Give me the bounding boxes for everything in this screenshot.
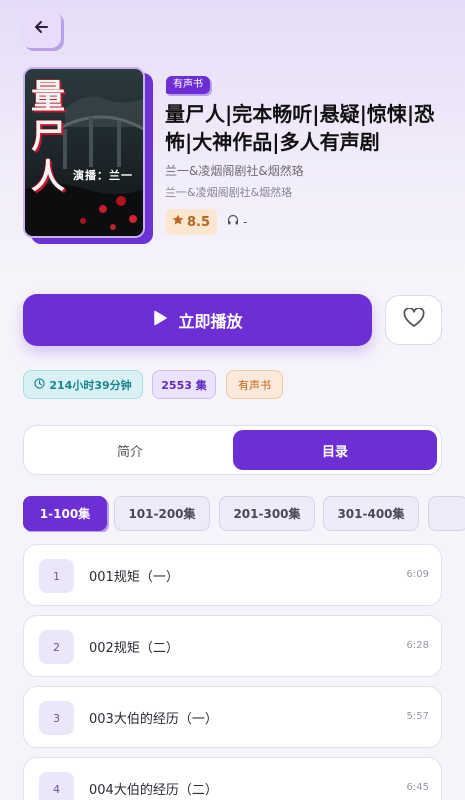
narrator-line: 兰一&凌烟阁剧社&烟然珞 xyxy=(165,186,293,199)
episode-title: 001规矩（一） xyxy=(89,570,179,585)
heart-icon xyxy=(403,307,425,332)
tab-intro[interactable]: 简介 xyxy=(28,430,232,470)
type-chip: 有声书 xyxy=(226,370,283,399)
episode-title: 002规矩（二） xyxy=(89,641,179,656)
episode-number: 1 xyxy=(39,559,74,593)
listen-count-value: - xyxy=(243,214,248,229)
book-cover: 量尸人 演播：兰一 xyxy=(23,67,153,244)
episode-row[interactable]: 2 002规矩（二） 6:28 xyxy=(23,615,442,677)
type-value: 有声书 xyxy=(238,378,271,392)
arrow-left-icon xyxy=(33,19,49,39)
book-title: 量尸人|完本畅听|悬疑|惊悚|恐怖|大神作品|多人有声剧 xyxy=(165,102,435,154)
episode-number: 3 xyxy=(39,701,74,735)
author-line: 兰一&凌烟阁剧社&烟然珞 xyxy=(165,164,304,178)
episode-row[interactable]: 4 004大伯的经历（二） 6:45 xyxy=(23,757,442,800)
detail-tabs: 简介 目录 xyxy=(23,425,442,475)
range-chip[interactable]: 101-200集 xyxy=(114,496,210,531)
rating-badge: 8.5 xyxy=(165,209,217,235)
episode-duration: 6:09 xyxy=(406,569,429,580)
episode-duration: 6:45 xyxy=(406,782,429,793)
star-icon xyxy=(172,214,184,230)
audiobook-badge: 有声书 xyxy=(166,76,210,94)
favorite-button[interactable] xyxy=(385,295,442,345)
episode-number: 4 xyxy=(39,772,74,800)
listen-count: - xyxy=(227,214,247,229)
clock-icon xyxy=(34,377,46,392)
headphones-icon xyxy=(227,214,239,229)
episode-range-selector: 1-100集 101-200集 201-300集 301-400集 xyxy=(23,496,465,532)
episode-duration: 5:57 xyxy=(406,711,429,722)
tab-table-of-contents[interactable]: 目录 xyxy=(233,430,437,470)
back-button[interactable] xyxy=(21,10,61,48)
episode-row[interactable]: 3 003大伯的经历（一） 5:57 xyxy=(23,686,442,748)
range-chip[interactable]: 301-400集 xyxy=(323,496,419,531)
cover-subtitle: 演播：兰一 xyxy=(73,169,133,182)
cover-title: 量尸人 xyxy=(31,77,65,197)
episode-title: 004大伯的经历（二） xyxy=(89,783,218,798)
episode-duration: 6:28 xyxy=(406,640,429,651)
play-icon xyxy=(152,310,168,330)
rating-value: 8.5 xyxy=(186,214,211,230)
episode-title: 003大伯的经历（一） xyxy=(89,712,218,727)
play-now-button[interactable]: 立即播放 xyxy=(23,294,372,346)
range-chip[interactable]: 1-100集 xyxy=(23,496,107,531)
duration-chip: 214小时39分钟 xyxy=(23,370,143,399)
range-chip-partial[interactable] xyxy=(428,496,465,531)
episode-count-value: 2553 集 xyxy=(161,378,207,392)
range-chip[interactable]: 201-300集 xyxy=(219,496,315,531)
episode-number: 2 xyxy=(39,630,74,664)
duration-value: 214小时39分钟 xyxy=(49,378,132,392)
episode-row[interactable]: 1 001规矩（一） 6:09 xyxy=(23,544,442,606)
play-now-label: 立即播放 xyxy=(178,312,243,331)
episode-count-chip: 2553 集 xyxy=(152,370,216,399)
